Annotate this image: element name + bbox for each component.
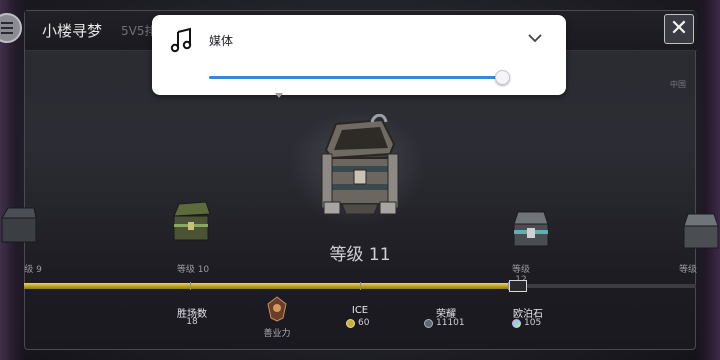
progress-tick — [190, 282, 191, 290]
chest-level-label: 级 9 — [24, 265, 42, 275]
honor-value: 11101 — [436, 318, 465, 328]
media-volume-popup: 媒体 — [152, 15, 566, 95]
opal-stat: 105 — [512, 318, 541, 328]
ice-coin-icon — [346, 318, 355, 328]
game-background: 小楼寻梦 5V5排 中国 ✕ 等级 11 级 9 等级 10 等级 12 — [0, 0, 720, 360]
level-progress-bar — [24, 280, 696, 292]
current-level-label: 等级 11 — [329, 245, 391, 265]
page-title: 小楼寻梦 — [42, 22, 103, 40]
volume-slider-thumb[interactable] — [495, 70, 511, 85]
karma-emblem-icon — [267, 296, 287, 322]
chest-level-9-icon[interactable] — [0, 200, 44, 250]
close-button[interactable]: ✕ — [664, 14, 694, 44]
region-tag: 中国 — [670, 80, 686, 89]
ice-value: 60 — [358, 318, 370, 328]
music-note-icon — [170, 27, 192, 53]
karma-label: 善业力 — [263, 329, 291, 339]
progress-tick — [360, 282, 361, 290]
treasure-chest-icon[interactable] — [312, 114, 408, 224]
popup-caret — [275, 93, 283, 98]
chest-level-label: 等级 — [678, 265, 697, 275]
progress-fill — [24, 283, 512, 289]
opal-value: 105 — [524, 318, 542, 328]
chest-level-13-icon[interactable] — [676, 208, 720, 258]
chest-level-10-icon[interactable] — [166, 196, 216, 246]
chest-level-label: 等级 10 — [176, 265, 210, 275]
volume-slider[interactable] — [209, 70, 511, 85]
wins-value: 18 — [186, 317, 198, 327]
hamburger-icon — [1, 22, 13, 24]
honor-icon — [424, 318, 433, 328]
chevron-down-icon[interactable] — [526, 31, 544, 45]
ice-stat: 60 — [346, 318, 369, 328]
volume-slider-fill — [209, 76, 503, 79]
left-edge-shade — [0, 0, 26, 360]
chest-level-12-icon[interactable] — [506, 206, 556, 256]
progress-marker — [509, 280, 528, 292]
ice-label: ICE — [351, 305, 369, 316]
honor-stat: 11101 — [424, 318, 465, 328]
volume-stream-label: 媒体 — [209, 34, 234, 48]
opal-gem-icon — [512, 318, 521, 328]
right-edge-shade — [696, 0, 720, 360]
